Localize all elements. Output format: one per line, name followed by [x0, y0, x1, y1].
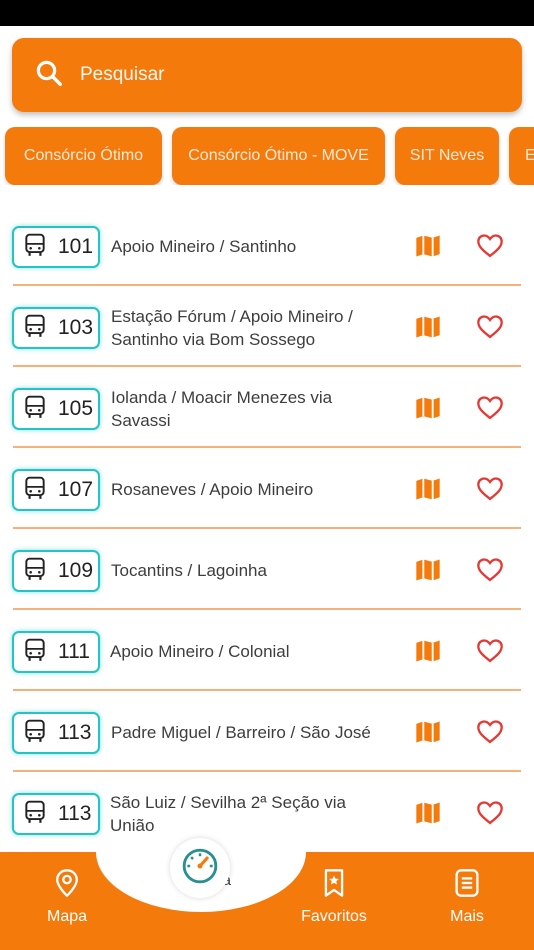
route-name: Tocantins / Lagoinha: [111, 561, 267, 580]
route-row[interactable]: 105 Iolanda / Moacir Menezes via Savassi: [0, 367, 534, 448]
search-input[interactable]: [80, 64, 480, 86]
route-name: Rosaneves / Apoio Mineiro: [111, 480, 314, 499]
map-icon[interactable]: [414, 637, 442, 665]
bus-icon: [22, 232, 48, 263]
heart-icon[interactable]: [476, 718, 504, 746]
bus-icon: [22, 313, 48, 344]
menu-list-icon: [453, 868, 481, 908]
heart-icon[interactable]: [476, 556, 504, 584]
heart-icon[interactable]: [476, 394, 504, 422]
chip-partial[interactable]: E: [509, 127, 534, 185]
route-row[interactable]: 107 Rosaneves / Apoio Mineiro: [0, 448, 534, 529]
route-row[interactable]: 113 Padre Miguel / Barreiro / São José: [0, 691, 534, 772]
nav-label-mapa: Mapa: [46, 908, 88, 925]
route-row[interactable]: 113 São Luiz / Sevilha 2ª Seção via Uniã…: [0, 772, 534, 853]
route-badge: 113: [12, 712, 100, 754]
search-icon: [34, 58, 64, 93]
route-number: 113: [58, 802, 92, 825]
route-number: 103: [58, 316, 94, 339]
route-badge: 101: [12, 226, 100, 268]
heart-icon[interactable]: [476, 637, 504, 665]
chip-consorcio-otimo-move[interactable]: Consórcio Ótimo - MOVE: [172, 127, 385, 185]
route-number: 107: [58, 478, 94, 501]
bus-icon: [22, 637, 48, 668]
bookmark-star-icon: [320, 868, 348, 908]
map-icon[interactable]: [414, 313, 442, 341]
route-row[interactable]: 111 Apoio Mineiro / Colonial: [0, 610, 534, 691]
heart-icon[interactable]: [476, 232, 504, 260]
bus-icon: [22, 475, 48, 506]
speedometer-icon: [181, 847, 219, 890]
route-badge: 105: [12, 388, 100, 430]
map-icon[interactable]: [414, 394, 442, 422]
bus-icon: [22, 556, 48, 587]
route-number: 105: [58, 397, 94, 420]
location-pin-icon: [53, 868, 81, 908]
heart-icon[interactable]: [476, 475, 504, 503]
map-icon[interactable]: [414, 799, 442, 827]
route-row[interactable]: 103 Estação Fórum / Apoio Mineiro / Sant…: [0, 286, 534, 367]
search-bar[interactable]: [12, 38, 522, 112]
heart-icon[interactable]: [476, 313, 504, 341]
nav-item-favoritos[interactable]: Favoritos: [296, 868, 372, 926]
route-badge: 111: [12, 631, 100, 673]
route-row[interactable]: 109 Tocantins / Lagoinha: [0, 529, 534, 610]
chip-sit-neves[interactable]: SIT Neves: [395, 127, 499, 185]
route-number: 111: [58, 640, 90, 663]
route-name: Apoio Mineiro / Santinho: [111, 237, 297, 256]
route-badge: 113: [12, 793, 100, 835]
chip-consorcio-otimo[interactable]: Consórcio Ótimo: [5, 127, 162, 185]
heart-icon[interactable]: [476, 799, 504, 827]
nav-item-mais[interactable]: Mais: [444, 868, 490, 926]
route-name: Iolanda / Moacir Menezes via Savassi: [111, 388, 333, 430]
route-name: Padre Miguel / Barreiro / São José: [111, 723, 371, 742]
route-name: São Luiz / Sevilha 2ª Seção via União: [110, 793, 346, 835]
bus-icon: [22, 394, 48, 425]
route-number: 101: [58, 235, 94, 258]
route-badge: 107: [12, 469, 100, 511]
route-number: 109: [58, 559, 94, 582]
company-filter-chips: Consórcio Ótimo Consórcio Ótimo - MOVE S…: [0, 127, 534, 185]
nav-label-mais: Mais: [450, 908, 484, 925]
bus-icon: [22, 718, 48, 749]
route-badge: 109: [12, 550, 100, 592]
bus-icon: [22, 799, 48, 830]
route-badge: 103: [12, 307, 100, 349]
nav-label-favoritos: Favoritos: [301, 908, 367, 925]
route-number: 113: [58, 721, 92, 744]
map-icon[interactable]: [414, 232, 442, 260]
map-icon[interactable]: [414, 556, 442, 584]
route-row[interactable]: 101 Apoio Mineiro / Santinho: [0, 205, 534, 286]
route-name: Apoio Mineiro / Colonial: [110, 642, 290, 661]
route-name: Estação Fórum / Apoio Mineiro / Santinho…: [111, 307, 353, 349]
status-bar: [0, 0, 534, 26]
nav-item-mapa[interactable]: Mapa: [42, 868, 92, 926]
center-fab-button[interactable]: [170, 838, 230, 898]
map-icon[interactable]: [414, 475, 442, 503]
map-icon[interactable]: [414, 718, 442, 746]
